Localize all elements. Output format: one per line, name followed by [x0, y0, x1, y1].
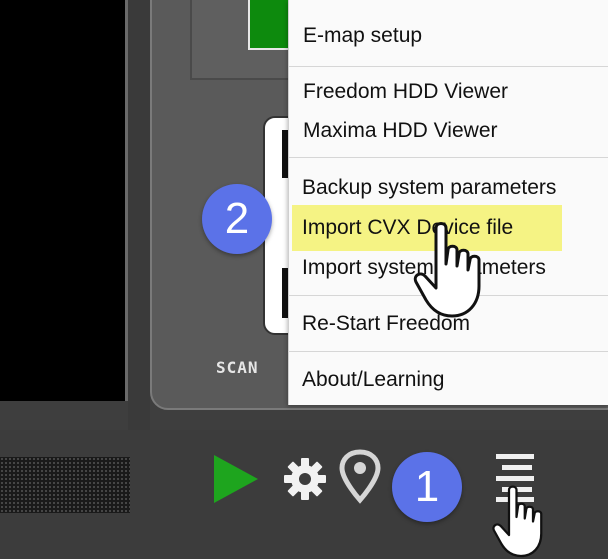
menu-separator: [288, 351, 608, 352]
menu-item-backup-system-parameters[interactable]: Backup system parameters: [288, 170, 608, 206]
menu-item-about-learning[interactable]: About/Learning: [288, 362, 608, 398]
play-icon[interactable]: [214, 455, 258, 503]
video-panel: [0, 0, 128, 401]
context-menu-items-lower: Backup system parameters Import CVX Devi…: [288, 0, 608, 405]
gear-icon[interactable]: [280, 454, 330, 504]
scan-label: SCAN: [216, 358, 259, 377]
step-badge-1: 1: [392, 452, 462, 522]
location-pin-icon[interactable]: [336, 448, 384, 506]
pointer-hand-icon: [492, 485, 543, 558]
timeline-bar[interactable]: [0, 457, 130, 513]
panel-divider: [128, 0, 150, 430]
pointer-hand-icon: [413, 222, 481, 318]
step-badge-2: 2: [202, 184, 272, 254]
